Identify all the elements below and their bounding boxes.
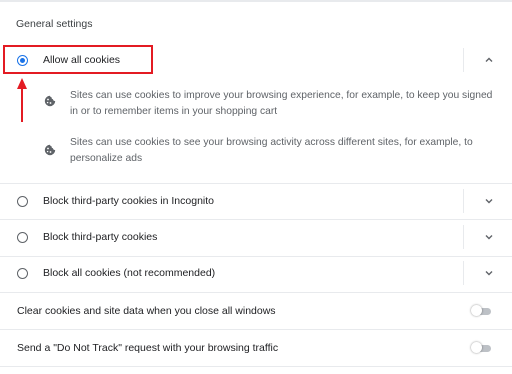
row-separator — [463, 261, 464, 285]
row-separator — [463, 189, 464, 213]
chevron-down-icon[interactable] — [482, 194, 496, 208]
row-separator — [463, 225, 464, 249]
top-divider — [0, 0, 512, 2]
row-separator — [463, 48, 464, 72]
section-title: General settings — [16, 18, 93, 30]
cookie-icon — [44, 95, 56, 107]
toggle-clear-on-exit[interactable] — [471, 305, 493, 316]
divider — [0, 256, 512, 257]
cookie-icon — [44, 144, 56, 156]
annotation-arrow — [17, 78, 27, 122]
radio-block-third-party[interactable] — [17, 232, 28, 243]
toggle-label-do-not-track: Send a "Do Not Track" request with your … — [17, 342, 279, 354]
chevron-down-icon[interactable] — [482, 230, 496, 244]
annotation-highlight-box — [3, 45, 153, 74]
allow-detail-text-2: Sites can use cookies to see your browsi… — [70, 137, 473, 164]
divider — [0, 219, 512, 220]
radio-block-third-party-incognito[interactable] — [17, 196, 28, 207]
chevron-up-icon[interactable] — [482, 53, 496, 67]
option-label-block-third-party: Block third-party cookies — [43, 231, 158, 243]
toggle-knob — [471, 305, 482, 316]
chevron-down-icon[interactable] — [482, 266, 496, 280]
option-label-block-third-party-incognito: Block third-party cookies in Incognito — [43, 195, 214, 207]
toggle-knob — [471, 342, 482, 353]
divider — [0, 292, 512, 293]
divider — [0, 366, 512, 367]
radio-block-all-cookies[interactable] — [17, 268, 28, 279]
toggle-do-not-track[interactable] — [471, 342, 493, 353]
allow-detail-text-1: Sites can use cookies to improve your br… — [70, 90, 493, 117]
option-label-block-all-cookies: Block all cookies (not recommended) — [43, 267, 216, 279]
divider — [0, 183, 512, 184]
toggle-label-clear-on-exit: Clear cookies and site data when you clo… — [17, 305, 276, 317]
divider — [0, 329, 512, 330]
